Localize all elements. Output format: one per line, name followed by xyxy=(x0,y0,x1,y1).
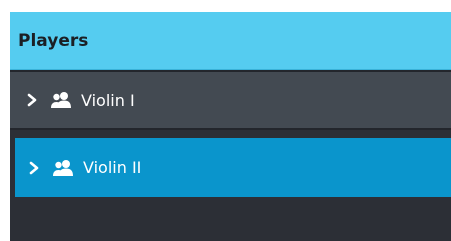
players-icon xyxy=(49,91,73,109)
players-panel: Players Violin I Violin II xyxy=(10,12,451,241)
player-name: Violin II xyxy=(83,158,142,177)
chevron-right-icon[interactable] xyxy=(27,160,41,176)
panel-title: Players xyxy=(18,30,89,51)
players-list: Violin I Violin II xyxy=(10,70,451,197)
players-panel-header: Players xyxy=(10,12,451,70)
player-row-violin-i[interactable]: Violin I xyxy=(10,70,451,130)
player-name: Violin I xyxy=(81,90,135,110)
players-icon xyxy=(51,159,75,177)
chevron-right-icon[interactable] xyxy=(25,92,39,108)
player-row-violin-ii[interactable]: Violin II xyxy=(15,138,451,197)
